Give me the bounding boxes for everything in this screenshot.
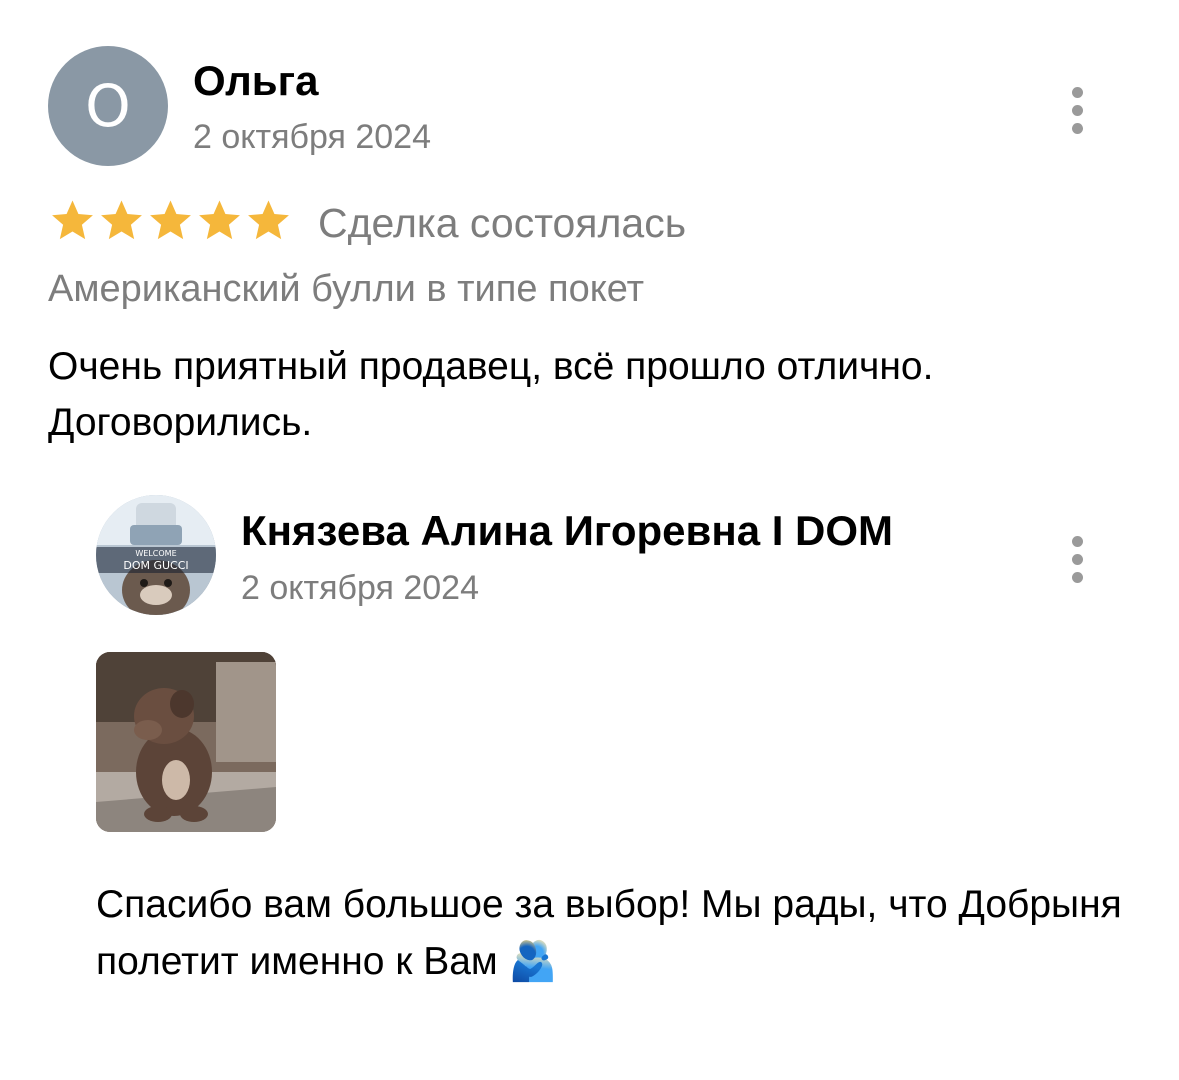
review-date: 2 октября 2024 bbox=[193, 118, 431, 156]
review-text: Очень приятный продавец, всё прошло отли… bbox=[48, 345, 934, 444]
more-options-icon[interactable] bbox=[1067, 87, 1087, 134]
deal-status: Сделка состоялась bbox=[318, 200, 687, 246]
star-icon bbox=[244, 196, 293, 245]
reviewer-avatar[interactable]: О bbox=[48, 46, 168, 166]
star-icon bbox=[146, 196, 195, 245]
star-icon bbox=[97, 196, 146, 245]
reply-photo-thumbnail[interactable] bbox=[96, 652, 276, 832]
svg-text:DOM GUCCI: DOM GUCCI bbox=[123, 559, 188, 572]
rating-stars bbox=[48, 196, 293, 245]
svg-text:WELCOME: WELCOME bbox=[135, 549, 176, 558]
more-options-icon[interactable] bbox=[1067, 536, 1087, 583]
reply-date: 2 октября 2024 bbox=[241, 569, 479, 607]
star-icon bbox=[195, 196, 244, 245]
seller-name[interactable]: Князева Алина Игоревна I DOM bbox=[241, 507, 893, 555]
puppy-photo bbox=[96, 652, 276, 832]
seller-avatar-image: WELCOME DOM GUCCI bbox=[96, 495, 216, 615]
seller-avatar[interactable]: WELCOME DOM GUCCI bbox=[96, 495, 216, 615]
star-icon bbox=[48, 196, 97, 245]
avatar-initial: О bbox=[85, 72, 131, 140]
review-subject[interactable]: Американский булли в типе покет bbox=[48, 266, 644, 312]
reviewer-name[interactable]: Ольга bbox=[193, 57, 318, 105]
reply-text: Спасибо вам большое за выбор! Мы рады, ч… bbox=[96, 883, 1122, 983]
